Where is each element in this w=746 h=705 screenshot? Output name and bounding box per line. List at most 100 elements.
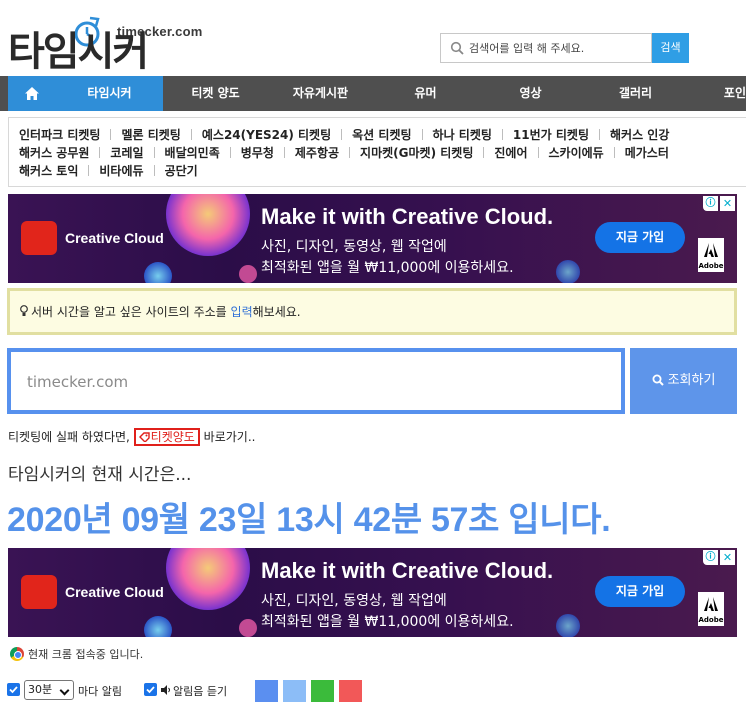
speaker-icon	[161, 685, 170, 695]
chrome-icon	[10, 647, 24, 661]
divider	[110, 129, 112, 140]
link-row: 해커스 공무원 코레일 배달의민족 병무청 제주항공 지마켓(G마켓) 티켓팅 진에어 스카이…	[19, 144, 669, 162]
link-hackers-lecture[interactable]: 해커스 인강	[610, 128, 669, 142]
ticket-transfer-badge[interactable]: 티켓양도	[133, 428, 200, 446]
ad-text-line: 최적화된 앱을 월 ₩11,000에 이용하세요.	[261, 614, 514, 630]
divider	[99, 147, 101, 158]
search-icon	[450, 41, 464, 55]
link-row: 해커스 토익 비타에듀 공단기	[19, 162, 198, 180]
ad-banner[interactable]: Creative Cloud Make it with Creative Clo…	[8, 548, 737, 637]
search-input[interactable]	[469, 38, 647, 58]
adobe-logo: Adobe	[698, 592, 724, 626]
divider	[537, 147, 539, 158]
color-swatch-blue[interactable]	[255, 680, 278, 702]
interval-select[interactable]: 30분	[24, 680, 74, 700]
ad-info-icon[interactable]: ⓘ	[703, 550, 718, 565]
link-auction[interactable]: 옥션 티켓팅	[352, 128, 411, 142]
sound-checkbox[interactable]	[144, 683, 157, 696]
notice-text: 서버 시간을 알고 싶은 사이트의 주소를 입력해보세요.	[20, 303, 301, 320]
search-button[interactable]: 검색	[652, 33, 689, 63]
nav-home[interactable]	[8, 76, 56, 111]
notice-text-after: 해보세요.	[252, 305, 301, 319]
main-nav: 타임시커 티켓 양도 자유게시판 유머 영상 갤러리 포인	[0, 76, 746, 111]
ad-brand: Creative Cloud	[65, 230, 164, 246]
ad-brand: Creative Cloud	[65, 584, 164, 600]
ad-cta-button[interactable]: 지금 가입	[595, 576, 685, 607]
color-swatch-green[interactable]	[311, 680, 334, 702]
nav-item-free-board[interactable]: 자유게시판	[268, 76, 373, 111]
link-hackers-gov[interactable]: 해커스 공무원	[19, 146, 89, 160]
ticket-line-after: 바로가기..	[199, 430, 256, 444]
link-mma[interactable]: 병무청	[241, 146, 274, 160]
link-11st[interactable]: 11번가 티켓팅	[513, 128, 589, 142]
ticket-transfer-line: 티켓팅에 실패 하였다면, 티켓양도 바로가기..	[8, 428, 255, 446]
check-icon	[9, 686, 18, 694]
check-icon	[146, 686, 155, 694]
adobe-label: Adobe	[698, 616, 724, 624]
ticket-site-links: 인터파크 티켓팅 멜론 티켓팅 예스24(YES24) 티켓팅 옥션 티켓팅 하나 티켓…	[8, 117, 746, 187]
link-gmarket[interactable]: 지마켓(G마켓) 티켓팅	[360, 146, 473, 160]
divider	[613, 147, 615, 158]
divider	[190, 129, 192, 140]
adobe-logo: Adobe	[698, 238, 724, 272]
ticket-badge-label: 티켓양도	[150, 430, 195, 444]
link-megastudy[interactable]: 메가스터	[625, 146, 669, 160]
url-input[interactable]	[27, 370, 607, 394]
color-swatch-lightblue[interactable]	[283, 680, 306, 702]
link-baemin[interactable]: 배달의민족	[165, 146, 220, 160]
link-yes24[interactable]: 예스24(YES24) 티켓팅	[202, 128, 331, 142]
link-melon[interactable]: 멜론 티켓팅	[121, 128, 180, 142]
creative-cloud-logo-icon	[21, 575, 57, 609]
site-header: timecker.com 타임시커 검색	[0, 0, 746, 76]
creative-cloud-logo-icon	[21, 221, 57, 255]
alarm-checkbox[interactable]	[7, 683, 20, 696]
ad-cta-button[interactable]: 지금 가입	[595, 222, 685, 253]
link-jejuair[interactable]: 제주항공	[295, 146, 339, 160]
adobe-icon	[704, 243, 718, 257]
search-icon	[652, 374, 664, 386]
nav-item-humor[interactable]: 유머	[373, 76, 478, 111]
divider	[153, 165, 155, 176]
divider	[501, 129, 503, 140]
lookup-button-label: 조회하기	[667, 373, 716, 388]
site-logo[interactable]: timecker.com 타임시커	[8, 10, 202, 75]
ad-text-line: 사진, 디자인, 동영상, 웹 작업에	[261, 593, 447, 609]
lookup-button[interactable]: 조회하기	[630, 348, 737, 414]
link-vitaedu[interactable]: 비타에듀	[99, 164, 143, 178]
color-swatch-red[interactable]	[339, 680, 362, 702]
nav-item-video[interactable]: 영상	[478, 76, 583, 111]
notice-link[interactable]: 입력	[231, 305, 253, 319]
divider	[229, 147, 231, 158]
ad-close-icon[interactable]: ✕	[720, 196, 735, 211]
link-hana[interactable]: 하나 티켓팅	[433, 128, 492, 142]
ad-banner[interactable]: Creative Cloud Make it with Creative Clo…	[8, 194, 737, 283]
notice-box: 서버 시간을 알고 싶은 사이트의 주소를 입력해보세요.	[7, 288, 737, 335]
notice-text-before: 서버 시간을 알고 싶은 사이트의 주소를	[31, 305, 231, 319]
server-time: 2020년 09월 23일 13시 42분 57초 입니다.	[7, 501, 611, 539]
link-gongdangi[interactable]: 공단기	[165, 164, 198, 178]
link-skyedu[interactable]: 스카이에듀	[549, 146, 604, 160]
sound-label: 알림음 듣기	[173, 685, 228, 698]
ad-title: Make it with Creative Cloud.	[261, 204, 554, 229]
ad-info-icon[interactable]: ⓘ	[703, 196, 718, 211]
ticket-icon	[138, 432, 150, 443]
ad-text-line: 사진, 디자인, 동영상, 웹 작업에	[261, 239, 447, 255]
nav-item-point[interactable]: 포인	[688, 76, 746, 111]
divider	[283, 147, 285, 158]
divider	[483, 147, 485, 158]
link-jinair[interactable]: 진에어	[494, 146, 527, 160]
ad-title: Make it with Creative Cloud.	[261, 558, 554, 583]
link-korail[interactable]: 코레일	[110, 146, 143, 160]
link-interpark[interactable]: 인터파크 티켓팅	[19, 128, 100, 142]
divider	[599, 129, 600, 140]
nav-item-gallery[interactable]: 갤러리	[583, 76, 688, 111]
divider	[341, 129, 343, 140]
link-hackers-toeic[interactable]: 해커스 토익	[19, 164, 78, 178]
ad-close-icon[interactable]: ✕	[720, 550, 735, 565]
ad-text-line: 최적화된 앱을 월 ₩11,000에 이용하세요.	[261, 260, 514, 276]
interval-suffix: 마다 알림	[78, 685, 122, 698]
divider	[421, 129, 423, 140]
nav-item-ticket-transfer[interactable]: 티켓 양도	[163, 76, 268, 111]
nav-item-timecker[interactable]: 타임시커	[56, 76, 163, 111]
link-row: 인터파크 티켓팅 멜론 티켓팅 예스24(YES24) 티켓팅 옥션 티켓팅 하나 티켓…	[19, 126, 669, 144]
